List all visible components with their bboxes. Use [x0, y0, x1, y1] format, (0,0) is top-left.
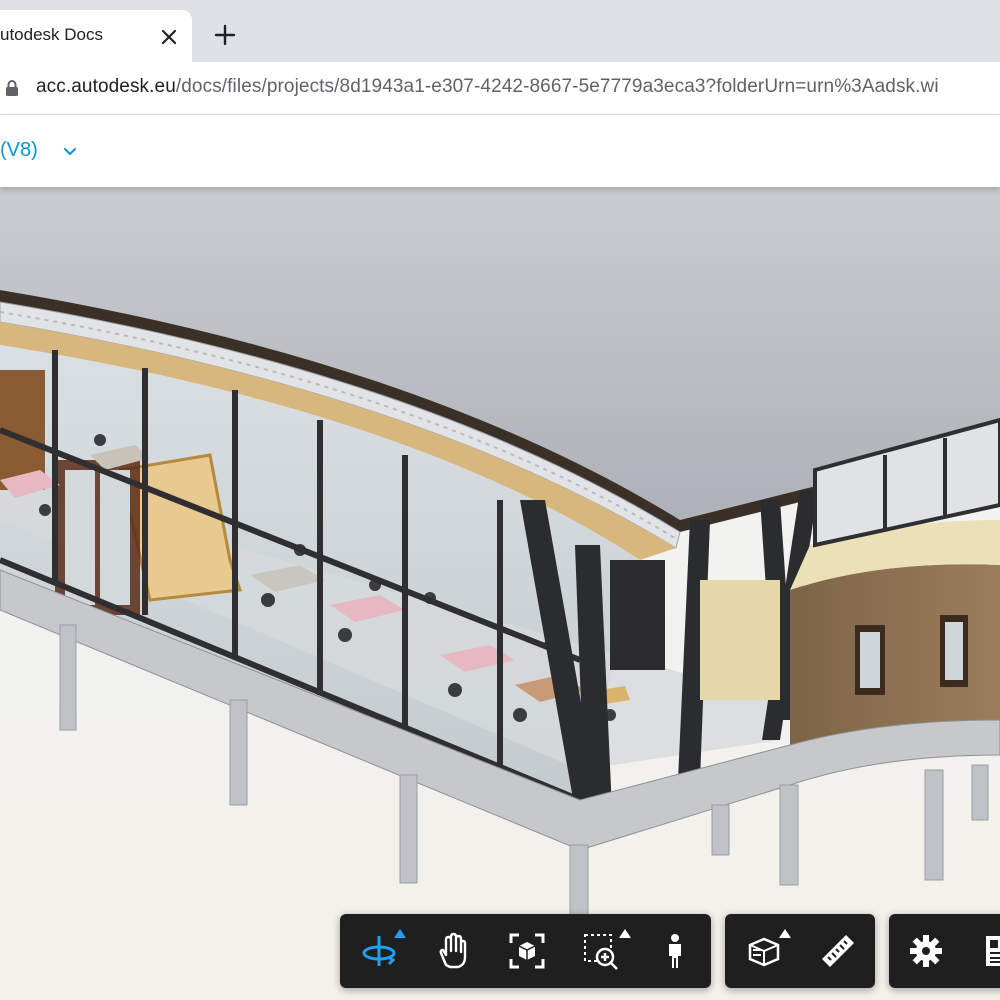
browser-tab-strip: utodesk Docs: [0, 0, 1000, 62]
url-host: acc.autodesk.eu: [36, 76, 176, 97]
orbit-icon: [362, 936, 396, 966]
browser-tab[interactable]: utodesk Docs: [0, 10, 192, 62]
pan-icon: [439, 932, 467, 969]
zoom-window-button[interactable]: [564, 914, 638, 988]
viewer-header: (V8): [0, 115, 1000, 187]
model-tools-toolbar: [725, 914, 875, 988]
lock-icon[interactable]: [5, 79, 19, 97]
url-path: /docs/files/projects/8d1943a1-e307-4242-…: [175, 76, 939, 97]
measure-button[interactable]: [801, 914, 875, 988]
properties-button[interactable]: [963, 914, 1000, 988]
model-viewport[interactable]: [0, 187, 1000, 1000]
first-person-button[interactable]: [638, 914, 712, 988]
flyout-indicator-icon: [394, 929, 406, 938]
version-label[interactable]: (V8): [0, 139, 38, 162]
navigation-toolbar: [340, 914, 711, 988]
curved-brown-wall: [790, 564, 1000, 745]
zoom-window-icon: [584, 934, 618, 970]
fit-to-view-button[interactable]: [490, 914, 564, 988]
properties-icon: [986, 936, 1000, 966]
building-model-render[interactable]: [0, 187, 1000, 1000]
flyout-indicator-icon: [779, 929, 791, 938]
settings-icon: [910, 935, 942, 967]
address-bar[interactable]: acc.autodesk.eu/docs/files/projects/8d19…: [0, 62, 1000, 115]
new-tab-plus-icon[interactable]: [213, 23, 237, 47]
close-icon[interactable]: [160, 28, 178, 46]
tab-title: utodesk Docs: [0, 25, 103, 44]
flyout-indicator-icon: [619, 929, 631, 938]
chevron-down-icon[interactable]: [62, 143, 78, 159]
first-person-icon: [669, 934, 681, 968]
measure-icon: [822, 935, 854, 967]
orbit-button[interactable]: [342, 914, 416, 988]
settings-button[interactable]: [889, 914, 963, 988]
section-box-button[interactable]: [727, 914, 801, 988]
url-text[interactable]: acc.autodesk.eu/docs/files/projects/8d19…: [36, 76, 939, 98]
pan-button[interactable]: [416, 914, 490, 988]
fit-to-view-icon: [509, 933, 545, 969]
section-box-icon: [748, 937, 780, 967]
settings-toolbar: [889, 914, 1000, 988]
